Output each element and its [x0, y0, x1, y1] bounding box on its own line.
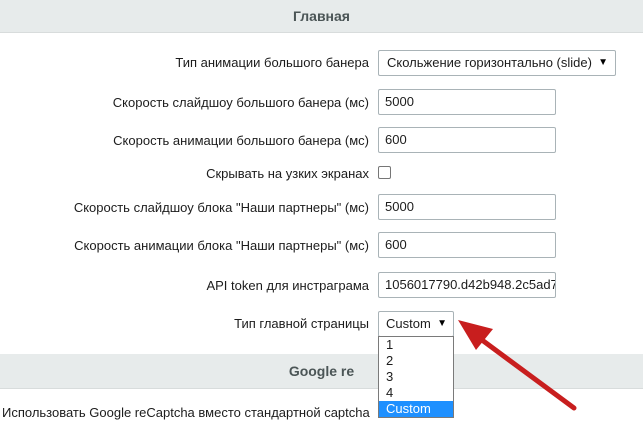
homepage-type-option-1[interactable]: 1	[379, 337, 453, 353]
instagram-token-input[interactable]: 1056017790.d42b948.2c5ad7	[378, 272, 556, 298]
banner-animation-type-value: Скольжение горизонтально (slide)	[387, 55, 592, 70]
partners-slideshow-speed-input[interactable]: 5000	[378, 194, 556, 220]
instagram-token-label: API token для инстраграма	[206, 278, 369, 293]
homepage-type-option-custom[interactable]: Custom	[379, 401, 453, 417]
section-header-main: Главная	[0, 0, 643, 33]
homepage-type-option-4[interactable]: 4	[379, 385, 453, 401]
homepage-type-dropdown: 1 2 3 4 Custom	[378, 336, 454, 418]
hide-on-narrow-checkbox[interactable]	[378, 166, 391, 179]
partners-animation-speed-label: Скорость анимации блока "Наши партнеры" …	[74, 238, 369, 253]
homepage-type-option-2[interactable]: 2	[379, 353, 453, 369]
partners-animation-speed-input[interactable]: 600	[378, 232, 556, 258]
caret-down-icon: ▼	[598, 57, 608, 68]
homepage-type-label: Тип главной страницы	[234, 316, 369, 331]
banner-slideshow-speed-input[interactable]: 5000	[378, 89, 556, 115]
banner-animation-type-label: Тип анимации большого банера	[175, 55, 369, 70]
section-header-google: Google re	[0, 354, 643, 389]
homepage-type-value: Custom	[386, 316, 431, 331]
homepage-type-select[interactable]: Custom ▼	[378, 311, 454, 337]
banner-animation-speed-input[interactable]: 600	[378, 127, 556, 153]
homepage-type-option-3[interactable]: 3	[379, 369, 453, 385]
banner-slideshow-speed-label: Скорость слайдшоу большого банера (мс)	[112, 95, 369, 110]
partners-slideshow-speed-label: Скорость слайдшоу блока "Наши партнеры" …	[73, 200, 369, 215]
banner-animation-speed-label: Скорость анимации большого банера (мс)	[113, 133, 369, 148]
banner-animation-type-select[interactable]: Скольжение горизонтально (slide) ▼	[378, 50, 616, 76]
hide-on-narrow-label: Скрывать на узких экранах	[206, 166, 369, 181]
recaptcha-label: Использовать Google reCaptcha вместо ста…	[2, 405, 370, 420]
caret-down-icon: ▼	[437, 318, 447, 329]
